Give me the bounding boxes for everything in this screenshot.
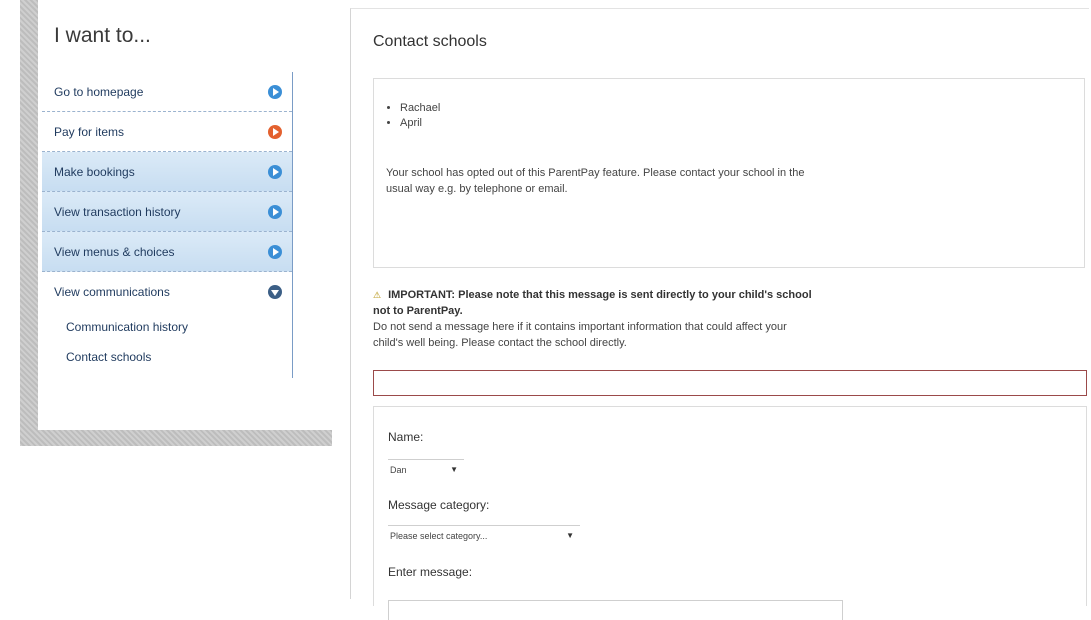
opted-out-message: Your school has opted out of this Parent… bbox=[386, 167, 805, 195]
sidebar-item-pay-for-items[interactable]: Pay for items bbox=[42, 112, 292, 152]
message-label: Enter message: bbox=[388, 565, 473, 579]
warning-message: ⚠ IMPORTANT: Please note that this messa… bbox=[373, 287, 813, 351]
warning-detail: Do not send a message here if it contain… bbox=[373, 321, 787, 349]
arrow-right-icon bbox=[268, 205, 282, 219]
arrow-right-icon bbox=[268, 125, 282, 139]
sidebar-title: I want to... bbox=[54, 24, 151, 47]
sidebar-item-label: Pay for items bbox=[54, 125, 125, 139]
sidebar-subitem-communication-history[interactable]: Communication history bbox=[42, 312, 292, 342]
chevron-down-icon: ▼ bbox=[566, 531, 574, 540]
chevron-down-icon: ▼ bbox=[450, 465, 458, 474]
info-box: Rachael April Your school has opted out … bbox=[373, 78, 1085, 268]
sidebar-item-label: View menus & choices bbox=[54, 245, 175, 259]
category-select-value: Please select category... bbox=[390, 531, 488, 541]
sidebar-item-label: Go to homepage bbox=[54, 85, 144, 99]
frame-left-border bbox=[20, 0, 38, 446]
category-label: Message category: bbox=[388, 498, 490, 512]
sidebar-menu: Go to homepage Pay for items Make bookin… bbox=[42, 72, 293, 312]
arrow-right-icon bbox=[268, 165, 282, 179]
main-panel: Contact schools Rachael April Your schoo… bbox=[350, 8, 1089, 620]
children-list: Rachael April bbox=[384, 101, 1084, 131]
arrow-right-icon bbox=[268, 245, 282, 259]
name-label: Name: bbox=[388, 430, 424, 444]
sidebar-item-menus-choices[interactable]: View menus & choices bbox=[42, 232, 292, 272]
list-item: April bbox=[400, 116, 1084, 131]
sidebar-subitem-contact-schools[interactable]: Contact schools bbox=[42, 342, 292, 378]
warning-icon: ⚠ bbox=[373, 290, 382, 300]
frame-bottom-border bbox=[20, 430, 332, 446]
sidebar-item-label: Make bookings bbox=[54, 165, 135, 179]
page-title: Contact schools bbox=[373, 33, 487, 50]
warning-important: IMPORTANT: Please note that this message… bbox=[373, 289, 812, 317]
sidebar-item-label: View transaction history bbox=[54, 205, 181, 219]
category-select[interactable]: Please select category... ▼ bbox=[388, 525, 580, 545]
arrow-right-icon bbox=[268, 85, 282, 99]
sidebar-item-make-bookings[interactable]: Make bookings bbox=[42, 152, 292, 192]
sidebar-item-communications[interactable]: View communications bbox=[42, 272, 292, 312]
sidebar-item-transaction-history[interactable]: View transaction history bbox=[42, 192, 292, 232]
sidebar-item-homepage[interactable]: Go to homepage bbox=[42, 72, 292, 112]
name-select[interactable]: Dan ▼ bbox=[388, 459, 464, 479]
sidebar-submenu: Communication history Contact schools bbox=[42, 312, 293, 378]
chevron-down-icon bbox=[268, 285, 282, 299]
message-textarea[interactable] bbox=[388, 600, 843, 620]
list-item: Rachael bbox=[400, 101, 1084, 116]
error-box bbox=[373, 370, 1087, 396]
sidebar-item-label: View communications bbox=[54, 285, 170, 299]
sidebar: I want to... Go to homepage Pay for item… bbox=[40, 10, 293, 430]
contact-form: Name: Dan ▼ Message category: Please sel… bbox=[373, 406, 1087, 620]
name-select-value: Dan bbox=[390, 465, 407, 475]
